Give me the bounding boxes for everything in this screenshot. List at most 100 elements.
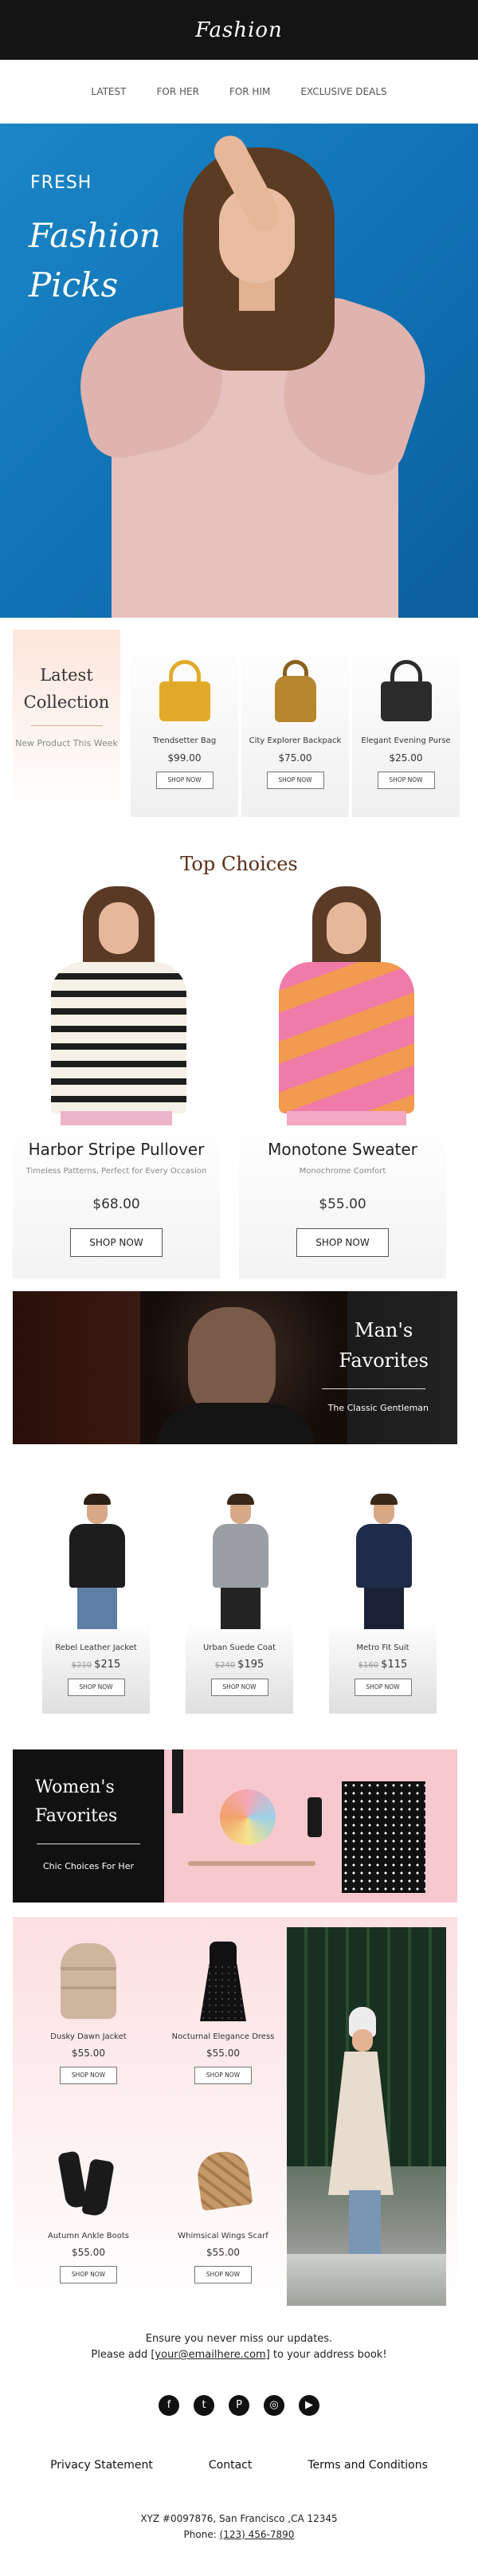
hero-title-line1: Fashion [29,216,161,255]
shop-now-button[interactable]: SHOP NOW [354,1679,412,1696]
purse-image [374,654,438,725]
product-name: Trendsetter Bag [152,736,217,745]
facebook-icon[interactable]: f [159,2395,179,2416]
top-choices-title: Top Choices [180,853,298,875]
product-name: Whimsical Wings Scarf [178,2232,268,2240]
winter-coat-photo[interactable] [287,1927,446,2306]
product-card: City Explorer Backpack $75.00 SHOP NOW [241,638,349,817]
product-price: $75.00 [278,752,312,764]
product-price: $55.00 [319,1196,366,1212]
old-price: $160 [358,1661,379,1670]
footer-links: Privacy Statement Contact Terms and Cond… [0,2459,478,2472]
footer-message: Ensure you never miss our updates. Pleas… [0,2331,478,2363]
brand-logo[interactable]: Fashion [195,18,283,42]
shop-now-button[interactable]: SHOP NOW [296,1228,389,1257]
footer-email-link[interactable]: [your@emailhere.com] [151,2349,269,2361]
womens-banner-subtitle: Chic Choices For Her [43,1861,134,1871]
nav-for-her[interactable]: FOR HER [156,86,198,97]
top-choice-card: Harbor Stripe Pullover Timeless Patterns… [13,886,220,1278]
shop-now-button[interactable]: SHOP NOW [70,1228,163,1257]
product-price: $55.00 [72,2048,105,2059]
product-description: Timeless Patterns, Perfect for Every Occ… [25,1167,207,1176]
handbag-image [153,654,217,725]
product-price: $210 $215 [42,1659,150,1671]
product-name: City Explorer Backpack [249,736,342,745]
product-name: Rebel Leather Jacket [55,1643,137,1652]
old-price: $240 [214,1661,236,1670]
hero-banner[interactable]: FRESH Fashion Picks [0,124,478,618]
youtube-icon[interactable]: ▶ [299,2395,319,2416]
product-price: $68.00 [92,1196,140,1212]
sale-price: $195 [237,1659,264,1671]
black-dress-image [187,1937,259,2024]
mens-banner-title-line2: Favorites [339,1349,429,1372]
sale-price: $215 [94,1659,121,1671]
privacy-statement-link[interactable]: Privacy Statement [50,2459,153,2472]
phone-link[interactable]: (123) 456-7890 [220,2529,295,2540]
suede-coat-image [200,1482,280,1634]
womens-favorites-banner[interactable]: Women's Favorites Chic Choices For Her [13,1749,457,1903]
product-price: $160 $115 [329,1659,437,1671]
sale-price: $115 [381,1659,408,1671]
ankle-boots-image [53,2136,124,2224]
product-name: Dusky Dawn Jacket [50,2032,127,2041]
latest-collection-card: Latest Collection New Product This Week [13,630,120,809]
footer-address: XYZ #0097876, San Francisco ,CA 12345 Ph… [0,2511,478,2543]
striped-sweater-image [21,886,212,1125]
hero-kicker: FRESH [30,173,92,193]
banner-model-face [188,1307,276,1419]
product-card: Whimsical Wings Scarf $55.00 SHOP NOW [167,2136,279,2283]
cosmetic-bottle-icon [308,1797,322,1837]
womens-banner-title-line2: Favorites [35,1806,118,1826]
womens-banner-title: Women's Favorites [35,1773,117,1831]
latest-subtitle: New Product This Week [15,738,118,748]
latest-title-line2: Collection [23,693,110,712]
notebook-icon [342,1781,425,1893]
leather-jacket-image [57,1482,136,1634]
nav-exclusive-deals[interactable]: EXCLUSIVE DEALS [300,86,386,97]
nav-for-him[interactable]: FOR HIM [229,86,270,97]
latest-title-line1: Latest [40,666,93,685]
shop-now-button[interactable]: SHOP NOW [377,772,435,789]
pinterest-icon[interactable]: P [229,2395,249,2416]
shop-now-button[interactable]: SHOP NOW [266,772,324,789]
product-name: Metro Fit Suit [356,1643,409,1652]
product-price: $25.00 [389,752,423,764]
latest-divider [30,725,103,726]
scarf-image [187,2136,259,2224]
product-name: Autumn Ankle Boots [47,2232,129,2240]
shop-now-button[interactable]: SHOP NOW [210,1679,268,1696]
mens-banner-subtitle: The Classic Gentleman [327,1403,429,1413]
nav-latest[interactable]: LATEST [91,86,126,97]
product-description: Monochrome Comfort [299,1167,386,1176]
product-name: Elegant Evening Purse [361,736,451,745]
product-card: Rebel Leather Jacket $210 $215 SHOP NOW [42,1482,150,1714]
terms-link[interactable]: Terms and Conditions [308,2459,428,2472]
shop-now-button[interactable]: SHOP NOW [155,772,214,789]
mens-favorites-banner[interactable]: Man's Favorites The Classic Gentleman [13,1291,457,1444]
main-nav: LATEST FOR HER FOR HIM EXCLUSIVE DEALS [0,60,478,124]
product-name: Nocturnal Elegance Dress [171,2032,275,2041]
instagram-icon[interactable]: ◎ [264,2395,284,2416]
contact-link[interactable]: Contact [209,2459,252,2472]
fit-suit-image [343,1482,423,1634]
banner-model-suit [156,1403,315,1444]
lipstick-icon [172,1749,183,1813]
hero-title: Fashion Picks [29,211,161,310]
product-price: $240 $195 [186,1659,293,1671]
shop-now-button[interactable]: SHOP NOW [194,2266,252,2283]
shop-now-button[interactable]: SHOP NOW [60,2266,117,2283]
twitter-icon[interactable]: t [194,2395,214,2416]
top-choice-card: Monotone Sweater Monochrome Comfort $55.… [239,886,446,1278]
monotone-sweater-image [247,886,438,1125]
shop-now-button[interactable]: SHOP NOW [60,2067,117,2084]
product-price: $99.00 [167,752,202,764]
brush-icon [188,1861,315,1866]
shop-now-button[interactable]: SHOP NOW [194,2067,252,2084]
shop-now-button[interactable]: SHOP NOW [67,1679,125,1696]
phone-line: Phone: (123) 456-7890 [183,2529,295,2540]
product-name: Urban Suede Coat [202,1643,276,1652]
product-card: Nocturnal Elegance Dress $55.00 SHOP NOW [167,1937,279,2084]
product-card: Dusky Dawn Jacket $55.00 SHOP NOW [33,1937,144,2084]
product-card: Autumn Ankle Boots $55.00 SHOP NOW [33,2136,144,2283]
